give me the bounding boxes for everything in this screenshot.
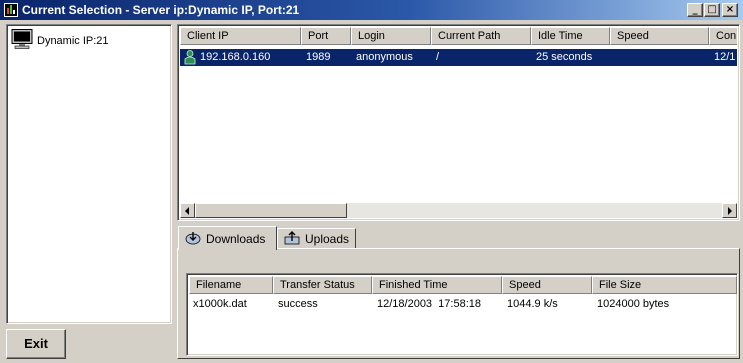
tab-page-downloads: Filename Transfer Status Finished Time S…	[177, 248, 740, 359]
server-tree[interactable]: Dynamic IP:21	[6, 24, 172, 324]
column-header-file-size[interactable]: File Size	[592, 276, 737, 294]
transfers-list[interactable]: Filename Transfer Status Finished Time S…	[186, 273, 738, 356]
server-label: Dynamic IP:21	[37, 35, 109, 47]
column-header-login[interactable]: Login	[351, 27, 431, 45]
window-title: Current Selection - Server ip:Dynamic IP…	[22, 3, 300, 17]
user-icon	[184, 50, 196, 65]
column-header-speed[interactable]: Speed	[610, 27, 709, 45]
cell-client-ip: 192.168.0.160	[200, 51, 271, 63]
column-header-speed[interactable]: Speed	[502, 276, 592, 294]
monitor-icon	[11, 29, 33, 49]
app-icon	[4, 3, 18, 17]
cell-con: 12/1	[714, 51, 736, 63]
table-row[interactable]: 192.168.0.160 1989 anonymous / 25 second…	[180, 49, 737, 66]
scroll-left-button[interactable]	[180, 203, 195, 218]
column-header-filename[interactable]: Filename	[189, 276, 273, 294]
scroll-right-button[interactable]	[722, 203, 737, 218]
tab-downloads[interactable]: Downloads	[178, 226, 277, 250]
tab-uploads[interactable]: Uploads	[277, 228, 356, 248]
column-header-port[interactable]: Port	[301, 27, 351, 45]
cell-port: 1989	[306, 51, 331, 63]
arrow-left-icon	[185, 207, 189, 215]
scrollbar-thumb[interactable]	[195, 203, 347, 218]
cell-speed: 1044.9 k/s	[507, 298, 558, 310]
cell-current-path: /	[436, 51, 440, 63]
column-header-finished-time[interactable]: Finished Time	[372, 276, 502, 294]
downloads-icon	[185, 232, 201, 245]
maximize-button[interactable]: □	[704, 3, 720, 17]
arrow-right-icon	[728, 207, 732, 215]
cell-filename: x1000k.dat	[193, 298, 247, 310]
transfer-tabs: Filename Transfer Status Finished Time S…	[177, 226, 740, 360]
column-header-idle-time[interactable]: Idle Time	[531, 27, 610, 45]
cell-login: anonymous	[356, 51, 413, 63]
cell-file-size: 1024000 bytes	[597, 298, 670, 310]
exit-button[interactable]: Exit	[6, 329, 66, 359]
cell-finished-time: 12/18/2003 17:58:18	[377, 298, 481, 310]
minimize-button[interactable]: _	[687, 3, 703, 17]
column-header-transfer-status[interactable]: Transfer Status	[273, 276, 372, 294]
horizontal-scrollbar[interactable]	[180, 203, 737, 218]
uploads-icon	[284, 231, 300, 245]
tab-label: Uploads	[305, 232, 350, 246]
clients-list[interactable]: Client IP Port Login Current Path Idle T…	[177, 24, 740, 221]
column-header-client-ip[interactable]: Client IP	[180, 27, 301, 45]
close-button[interactable]: ×	[722, 3, 738, 17]
table-row[interactable]: x1000k.dat success 12/18/2003 17:58:18 1…	[189, 296, 737, 312]
column-header-con[interactable]: Con	[709, 27, 737, 45]
tab-label: Downloads	[206, 232, 266, 246]
column-header-current-path[interactable]: Current Path	[431, 27, 531, 45]
cell-status: success	[278, 298, 318, 310]
cell-idle-time: 25 seconds	[536, 51, 593, 63]
title-bar: Current Selection - Server ip:Dynamic IP…	[0, 0, 743, 20]
